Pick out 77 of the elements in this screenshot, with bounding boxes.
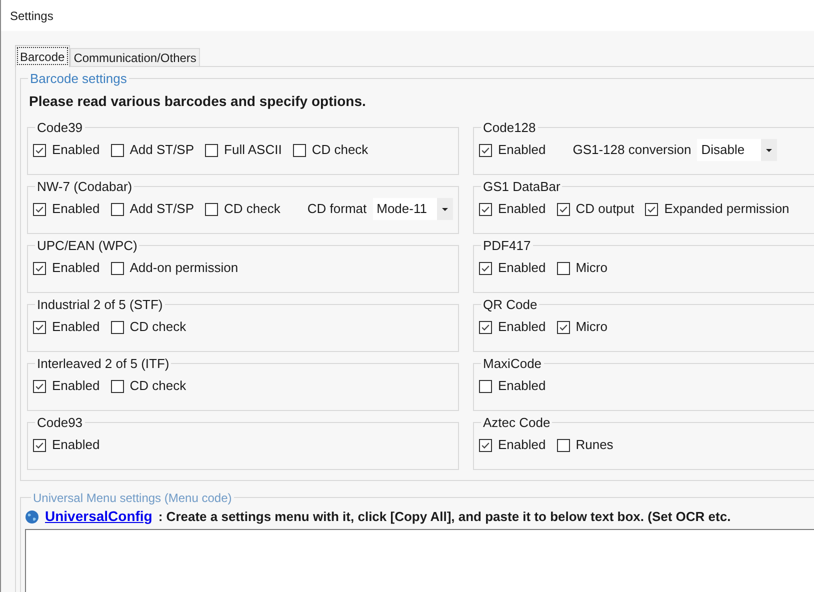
link[interactable]: UniversalConfig [45, 506, 152, 527]
checkbox[interactable] [33, 380, 46, 392]
checkbox[interactable] [110, 320, 124, 334]
checkbox-label: Enabled [52, 200, 100, 218]
checkbox-label: Enabled [52, 141, 100, 160]
group-box-title: PDF417 [483, 238, 531, 252]
checkbox[interactable] [556, 438, 570, 452]
window-title: Settings [10, 8, 54, 24]
group-box-title: QR Code [483, 296, 538, 312]
group-box-title: Code128 [483, 120, 536, 134]
checkbox-label: Full ASCII [224, 141, 282, 160]
checkbox[interactable] [110, 380, 124, 392]
checkbox[interactable] [205, 202, 218, 216]
checkbox[interactable] [205, 144, 218, 156]
group-box-title: NW-7 (Codabar) [37, 178, 132, 194]
group-box-title: Universal Menu settings (Menu code) [33, 490, 232, 504]
checkbox-label: Enabled [52, 318, 100, 336]
group-box-title: Code39 [37, 120, 83, 134]
group-box-title: GS1 DataBar [483, 178, 560, 194]
checkbox-label: Runes [576, 436, 614, 454]
group-box-title: Aztec Code [483, 414, 550, 430]
checkbox-label: Add-on permission [130, 259, 238, 278]
checkbox[interactable] [556, 202, 570, 216]
globe-icon [25, 510, 39, 524]
group-box-title: MaxiCode [483, 356, 542, 370]
group-box-title: Code93 [37, 414, 83, 430]
checkbox-label: Enabled [52, 259, 100, 278]
group-box-title: Barcode settings [30, 71, 127, 86]
checkbox[interactable] [33, 438, 46, 452]
checkbox-label: Enabled [498, 141, 546, 160]
tab[interactable]: Barcode [15, 45, 70, 67]
checkbox-label: Enabled [498, 200, 546, 218]
checkbox[interactable] [479, 202, 492, 216]
checkbox-label: Enabled [498, 318, 546, 336]
checkbox[interactable] [479, 438, 492, 452]
checkbox-label: Expanded permission [664, 200, 790, 218]
checkbox-label: CD check [130, 377, 186, 396]
checkbox[interactable] [110, 202, 124, 216]
checkbox[interactable] [556, 262, 570, 274]
checkbox-label: CD output [576, 200, 634, 218]
checkbox[interactable] [33, 320, 46, 334]
tab[interactable]: Communication/Others [70, 48, 200, 67]
field-label: CD format [307, 200, 367, 218]
checkbox-label: Enabled [498, 377, 546, 396]
checkbox-label: Enabled [498, 436, 546, 454]
caret-icon [766, 148, 772, 152]
group-box-title: Interleaved 2 of 5 (ITF) [37, 356, 170, 370]
checkbox-label: CD check [224, 200, 280, 218]
instruction-text: Please read various barcodes and specify options. [29, 92, 367, 111]
checkbox-label: CD check [130, 318, 186, 336]
checkbox-label: Enabled [52, 377, 100, 396]
checkbox[interactable] [292, 144, 306, 156]
field-label: GS1-128 conversion [572, 141, 692, 160]
group-box-title: Industrial 2 of 5 (STF) [37, 296, 163, 312]
checkbox-label: Enabled [498, 259, 546, 278]
checkbox-label: CD check [312, 141, 368, 160]
checkbox[interactable] [479, 380, 492, 392]
checkbox-label: Micro [576, 318, 608, 336]
checkbox-label: Add ST/SP [130, 141, 194, 160]
caret-icon [442, 208, 448, 210]
description-text: : Create a settings menu with it, click [Copy All], and paste it to below text box. (Set OCR etc. [158, 508, 731, 526]
checkbox[interactable] [479, 320, 492, 334]
checkbox[interactable] [110, 144, 124, 156]
group-box-title: UPC/EAN (WPC) [37, 238, 138, 252]
checkbox-label: Micro [576, 259, 608, 278]
checkbox[interactable] [556, 320, 570, 334]
checkbox[interactable] [479, 144, 492, 156]
checkbox[interactable] [33, 144, 46, 156]
checkbox-label: Add ST/SP [130, 200, 194, 218]
checkbox[interactable] [645, 202, 658, 216]
dropdown[interactable]: Mode-11 [372, 198, 453, 220]
checkbox[interactable] [110, 262, 124, 274]
checkbox[interactable] [479, 262, 492, 274]
dropdown[interactable]: Disable [697, 139, 778, 161]
checkbox-label: Enabled [52, 436, 100, 454]
checkbox[interactable] [33, 262, 46, 274]
checkbox[interactable] [33, 202, 46, 216]
